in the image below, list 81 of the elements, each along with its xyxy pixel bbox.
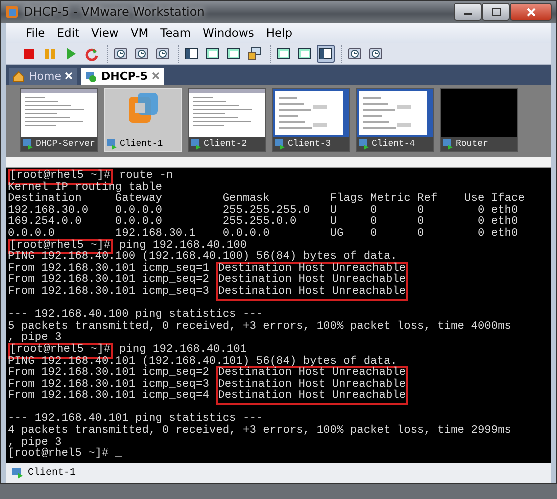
terminal-text: 5 packets transmitted, 0 received, +3 errors, 100% packet loss, time 4000ms bbox=[8, 322, 512, 333]
clock-icon bbox=[348, 46, 362, 60]
panel-icon bbox=[319, 46, 333, 60]
vm-icon bbox=[107, 138, 118, 150]
vm-icon bbox=[23, 138, 34, 150]
vm-thumbnail[interactable]: Client-4 bbox=[356, 88, 434, 152]
terminal-text: [root@rhel5 ~]# _ bbox=[8, 449, 122, 461]
clock-icon bbox=[135, 46, 149, 60]
maximize-button[interactable] bbox=[482, 3, 510, 21]
terminal-text: From 192.168.30.101 icmp_seq=1 bbox=[8, 264, 210, 275]
terminal-text: From 192.168.30.101 icmp_seq=3 bbox=[8, 380, 210, 391]
close-icon bbox=[526, 8, 536, 16]
terminal-text: ping 192.168.40.100 bbox=[119, 240, 247, 252]
vm-thumbnail[interactable]: DHCP-Server bbox=[20, 88, 98, 152]
terminal-text: PING 192.168.40.101 (192.168.40.101) 56(84) bytes of data. bbox=[8, 356, 398, 368]
play-icon bbox=[64, 46, 78, 60]
minimize-button[interactable] bbox=[454, 3, 482, 21]
screen-icon bbox=[206, 46, 220, 60]
app-icon bbox=[5, 5, 19, 19]
menu-item[interactable]: Edit bbox=[51, 26, 86, 40]
menu-item[interactable]: File bbox=[20, 26, 52, 40]
terminal-text: 192.168.30.0 0.0.0.0 255.255.255.0 U 0 0 0 eth0 bbox=[8, 206, 518, 217]
terminal-text: From 192.168.30.101 icmp_seq=4 bbox=[8, 391, 210, 403]
terminal-text: --- 192.168.40.101 ping statistics --- bbox=[8, 414, 264, 426]
vm-icon bbox=[443, 138, 454, 150]
terminal-text: 4 packets transmitted, 0 received, +3 errors, 100% packet loss, time 2999ms bbox=[8, 426, 512, 438]
close-button[interactable] bbox=[510, 3, 552, 21]
screen-icon bbox=[277, 46, 291, 60]
terminal-text: 169.254.0.0 0.0.0.0 255.255.0.0 U 0 0 0 eth0 bbox=[8, 217, 518, 228]
vm-thumbnail[interactable]: Router bbox=[440, 88, 518, 152]
scrollbar[interactable] bbox=[6, 157, 551, 168]
terminal-text: , pipe 3 bbox=[8, 438, 62, 449]
screen-icon bbox=[298, 46, 312, 60]
tab[interactable]: Home bbox=[9, 68, 78, 85]
window-title: DHCP-5 - VMware Workstation bbox=[24, 5, 206, 19]
tab[interactable]: DHCP-5 bbox=[81, 68, 164, 85]
clock-icon bbox=[156, 46, 170, 60]
panel-icon bbox=[185, 46, 199, 60]
status-text: Client-1 bbox=[28, 468, 76, 478]
vm-icon bbox=[275, 138, 286, 150]
terminal-text: 0.0.0.0 192.168.30.1 0.0.0.0 UG 0 0 0 eth0 bbox=[8, 228, 518, 240]
computer-icon bbox=[85, 70, 98, 82]
tab-label: DHCP-5 bbox=[101, 70, 148, 83]
menu-item[interactable]: Help bbox=[260, 26, 299, 40]
thumbnail-label: DHCP-Server bbox=[36, 139, 96, 149]
screen-icon bbox=[227, 46, 241, 60]
terminal-text: route -n bbox=[119, 171, 174, 182]
toolbar-button[interactable] bbox=[317, 44, 335, 62]
terminal-text: From 192.168.30.101 icmp_seq=2 bbox=[8, 275, 210, 286]
terminal-text: From 192.168.30.101 icmp_seq=2 bbox=[8, 368, 210, 380]
menu-item[interactable]: View bbox=[86, 26, 125, 40]
thumbnail-label: Client-4 bbox=[372, 139, 416, 149]
menu-item[interactable]: VM bbox=[124, 26, 155, 40]
windows-icon bbox=[248, 46, 262, 60]
terminal-text: , pipe 3 bbox=[8, 333, 62, 344]
terminal[interactable] bbox=[6, 168, 551, 463]
menu-item[interactable]: Windows bbox=[197, 26, 260, 40]
clock-icon bbox=[114, 46, 128, 60]
vm-icon bbox=[359, 138, 370, 150]
vm-thumbnail[interactable]: Client-2 bbox=[188, 88, 266, 152]
terminal-text: ping 192.168.40.101 bbox=[118, 344, 247, 356]
tab-label: Home bbox=[29, 70, 62, 83]
thumbnail-label: Client-3 bbox=[288, 139, 332, 149]
pause-icon bbox=[43, 46, 57, 60]
thumbnail-label: Client-1 bbox=[120, 139, 164, 149]
vm-icon bbox=[191, 138, 202, 150]
vm-thumbnail[interactable]: Client-1 bbox=[104, 88, 182, 152]
house-icon bbox=[13, 70, 25, 82]
vm-icon bbox=[12, 467, 24, 479]
terminal-text: Destination Gateway Genmask Flags Metric Ref Use Iface bbox=[8, 194, 525, 206]
toolbar-button[interactable] bbox=[246, 44, 264, 62]
refresh-icon bbox=[85, 46, 99, 60]
thumbnail-label: Router bbox=[456, 139, 488, 149]
terminal-text: From 192.168.30.101 icmp_seq=3 bbox=[8, 286, 210, 299]
clock-icon bbox=[369, 46, 383, 60]
menu-item[interactable]: Team bbox=[154, 26, 198, 40]
stop-icon bbox=[22, 46, 36, 60]
thumbnail-label: Client-2 bbox=[204, 139, 248, 149]
maximize-icon bbox=[492, 8, 500, 16]
terminal-text: --- 192.168.40.100 ping statistics --- bbox=[8, 310, 264, 322]
vm-thumbnail[interactable]: Client-3 bbox=[272, 88, 350, 152]
